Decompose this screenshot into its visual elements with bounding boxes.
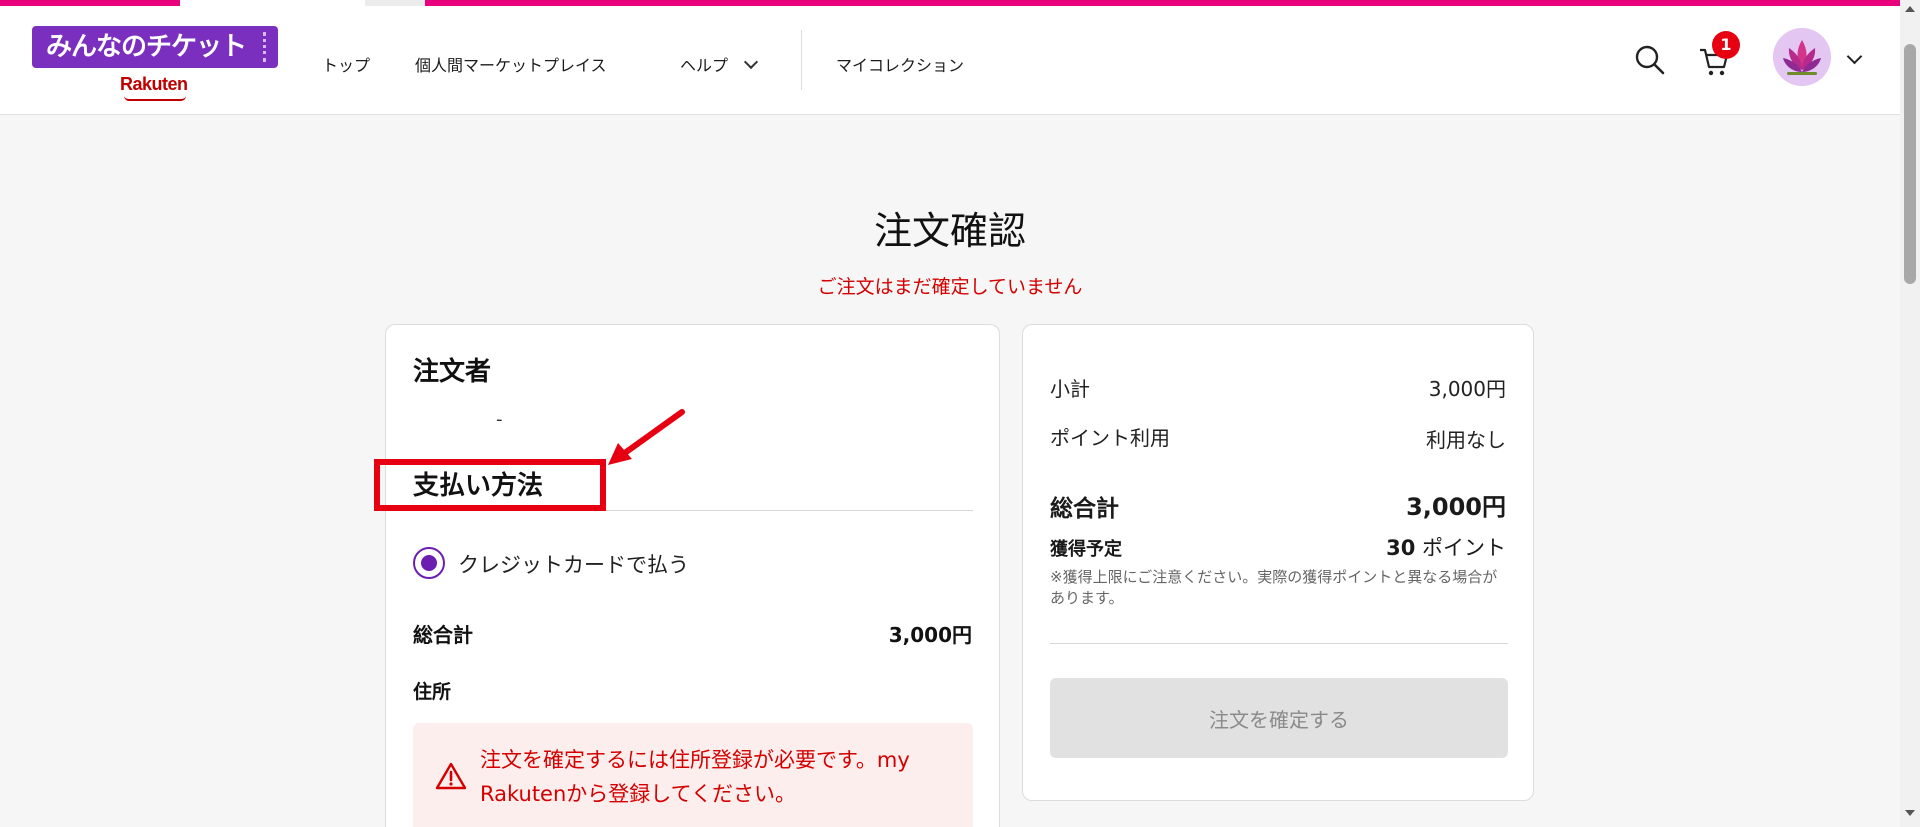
logo-brand: Rakuten	[120, 74, 188, 101]
payment-total-label: 総合計	[413, 623, 473, 647]
payment-total-value: 3,000円	[888, 623, 972, 647]
nav-my-collection[interactable]: マイコレクション	[836, 52, 964, 76]
credit-card-radio-label[interactable]: クレジットカードで払う	[458, 549, 689, 579]
orderer-heading: 注文者	[413, 357, 492, 387]
ticket-perforation	[263, 32, 266, 62]
nav-marketplace[interactable]: 個人間マーケットプレイス	[415, 52, 607, 76]
summary-total-value: 3,000円	[1406, 493, 1506, 521]
avatar[interactable]	[1773, 28, 1831, 86]
nav-help[interactable]: ヘルプ	[680, 52, 759, 76]
subtotal-value: 3,000円	[1428, 377, 1506, 401]
orderer-value: -	[496, 409, 503, 430]
search-icon[interactable]	[1634, 44, 1666, 80]
annotation-arrow-icon	[608, 409, 685, 465]
nav-help-label: ヘルプ	[680, 56, 729, 75]
subtotal-label: 小計	[1050, 377, 1090, 401]
points-usage-value: 利用なし	[1426, 428, 1506, 452]
logo-badge: みんなのチケット	[32, 26, 278, 68]
scroll-up-arrow-icon[interactable]	[1905, 6, 1915, 12]
brand-swoosh	[124, 96, 186, 101]
page-scrollbar[interactable]	[1900, 0, 1920, 827]
logo-brand-text: Rakuten	[120, 74, 188, 94]
summary-divider	[1050, 643, 1508, 644]
confirm-order-button[interactable]: 注文を確定する	[1050, 678, 1508, 758]
warning-icon	[435, 762, 467, 790]
points-usage-label: ポイント利用	[1050, 426, 1170, 450]
address-heading: 住所	[413, 681, 452, 703]
earned-points-unit: ポイント	[1422, 536, 1506, 560]
logo-title: みんなのチケット	[46, 32, 247, 62]
earned-points-number: 30	[1386, 536, 1416, 560]
address-required-alert: 注文を確定するには住所登録が必要です。my Rakutenから登録してください。	[413, 723, 973, 827]
earned-points-label: 獲得予定	[1050, 539, 1122, 560]
credit-card-radio[interactable]	[413, 547, 445, 579]
site-logo[interactable]: みんなのチケット Rakuten	[32, 26, 278, 102]
earned-points-value: 30 ポイント	[1386, 532, 1506, 562]
site-header: みんなのチケット Rakuten トップ 個人間マーケットプレイス ヘルプ マイ…	[0, 6, 1900, 115]
points-note: ※獲得上限にご注意ください。実際の獲得ポイントと異なる場合があります。	[1050, 568, 1498, 607]
nav-divider	[801, 30, 802, 90]
nav-top[interactable]: トップ	[322, 52, 370, 76]
summary-total-label: 総合計	[1050, 496, 1119, 522]
scrollbar-thumb[interactable]	[1904, 44, 1916, 284]
order-not-confirmed-notice: ご注文はまだ確定していません	[817, 276, 1083, 298]
page-title: 注文確認	[873, 209, 1026, 253]
address-alert-text: 注文を確定するには住所登録が必要です。my Rakutenから登録してください。	[480, 748, 910, 806]
account-chevron-down-icon[interactable]	[1846, 48, 1863, 65]
cart-count-badge: 1	[1712, 31, 1740, 59]
order-summary-card: 小計 3,000円 ポイント利用 利用なし 総合計 3,000円 獲得予定 30…	[1022, 324, 1534, 801]
order-details-card: 注文者 - 支払い方法 クレジットカードで払う 総合計 3,000円 住所 注文…	[385, 324, 1000, 827]
chevron-down-icon	[743, 54, 759, 70]
annotation-highlight-box	[374, 459, 606, 511]
scroll-down-arrow-icon[interactable]	[1905, 810, 1915, 816]
